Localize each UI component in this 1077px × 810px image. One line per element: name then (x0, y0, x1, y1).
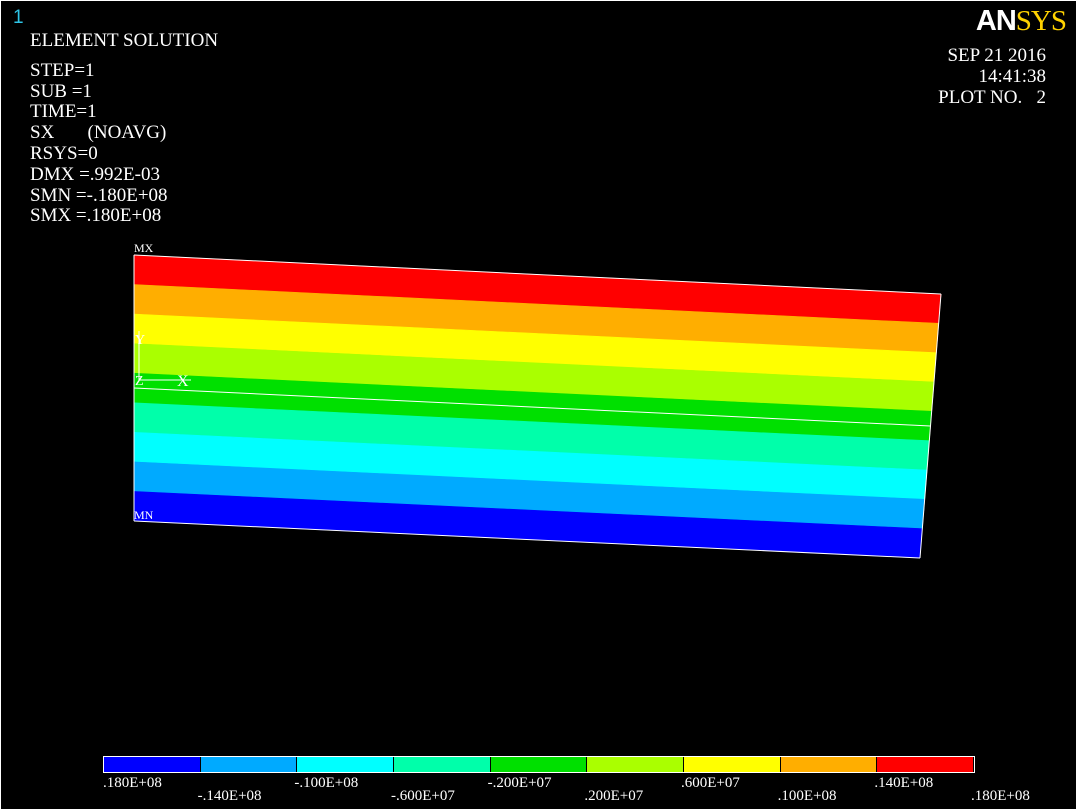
legend-swatch (104, 757, 201, 772)
contour-plot[interactable]: X Y Z MX MN (1, 1, 1076, 751)
legend-label: .140E+08 (874, 775, 934, 791)
legend-label: -.140E+08 (197, 788, 262, 804)
legend-label: .600E+07 (681, 775, 740, 791)
legend-label: .180E+08 (971, 788, 1030, 804)
legend-label: .180E+08 (103, 775, 162, 791)
legend-label: -.100E+08 (294, 775, 359, 791)
x-axis-label: X (177, 373, 189, 390)
legend-swatch (394, 757, 491, 772)
legend-swatch (684, 757, 781, 772)
contour-legend (103, 756, 975, 773)
legend-label: .200E+07 (584, 788, 644, 804)
min-marker: MN (134, 508, 154, 522)
legend-swatch (490, 757, 588, 772)
legend-label: .100E+08 (777, 788, 837, 804)
y-axis-label: Y (135, 333, 145, 348)
legend-swatch (200, 757, 298, 772)
contour-bands (133, 254, 942, 559)
legend-label: -.600E+07 (391, 788, 455, 804)
legend-color-bar (103, 756, 975, 773)
legend-swatch (877, 757, 975, 772)
graphics-window[interactable]: 1 ELEMENT SOLUTION STEP=1 SUB =1 TIME=1 … (0, 0, 1077, 810)
legend-swatch (780, 757, 878, 772)
z-axis-label: Z (135, 374, 144, 389)
legend-label: -.200E+07 (487, 775, 552, 791)
legend-swatch (297, 757, 395, 772)
max-marker: MX (134, 241, 154, 255)
legend-swatch (587, 757, 685, 772)
